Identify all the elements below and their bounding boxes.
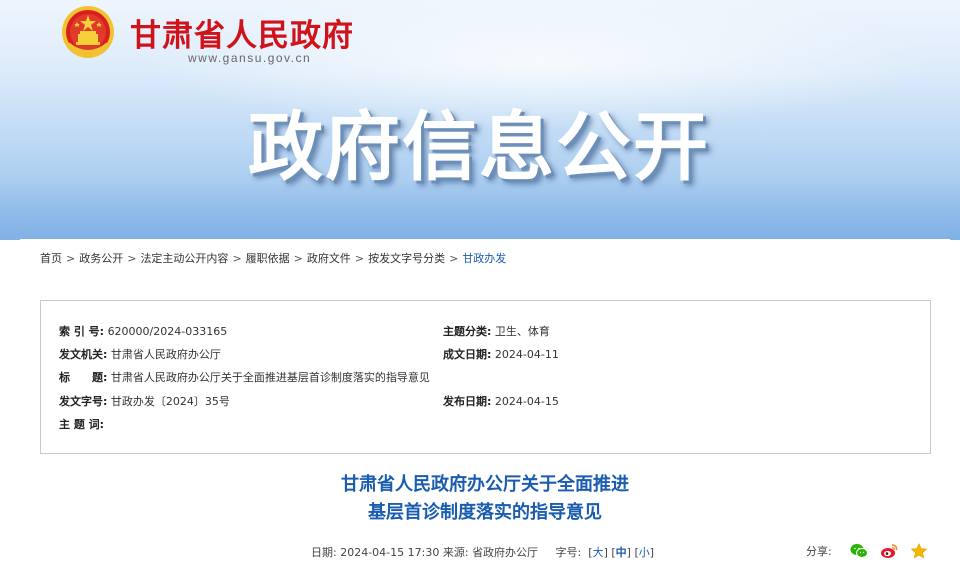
info-publish-date-label: 发布日期: xyxy=(443,395,492,408)
info-issuer-value: 甘肃省人民政府办公厅 xyxy=(110,348,221,361)
breadcrumb-separator: > xyxy=(127,252,137,265)
breadcrumb-separator: > xyxy=(293,252,303,265)
info-keywords-label: 主 题 词: xyxy=(59,418,105,431)
info-doc-number-label: 发文字号: xyxy=(59,395,108,408)
info-title-value: 甘肃省人民政府办公厅关于全面推进基层首诊制度落实的指导意见 xyxy=(110,371,430,384)
breadcrumb-by-doc-number[interactable]: 按发文字号分类 xyxy=(368,252,445,265)
breadcrumb-separator: > xyxy=(354,252,365,265)
breadcrumb-separator: > xyxy=(232,252,242,265)
info-index-label: 索 引 号: xyxy=(59,325,105,338)
document-meta: 日期: 2024-04-15 17:30 来源: 省政府办公厅 字号: [大] … xyxy=(311,546,655,559)
favorite-star-icon[interactable] xyxy=(910,543,928,559)
breadcrumb-government-affairs[interactable]: 政务公开 xyxy=(79,252,123,265)
info-issuer-label: 发文机关: xyxy=(59,348,108,361)
info-keywords-row: 主 题 词: xyxy=(59,416,104,432)
breadcrumb-current[interactable]: 甘政办发 xyxy=(462,252,506,265)
site-title[interactable]: 甘肃省人民政府 xyxy=(130,10,354,55)
document-info-box: 索 引 号: 620000/2024-033165 主题分类: 卫生、体育 发文… xyxy=(40,300,931,454)
breadcrumb-government-documents[interactable]: 政府文件 xyxy=(307,252,351,265)
share-label: 分享: xyxy=(806,545,832,558)
info-issuer-row: 发文机关: 甘肃省人民政府办公厅 xyxy=(59,346,221,362)
meta-source-value: 省政府办公厅 xyxy=(472,546,539,559)
info-publish-date-value: 2024-04-15 xyxy=(494,395,559,408)
meta-source-label: 来源: xyxy=(442,546,469,559)
breadcrumb-duty-basis[interactable]: 履职依据 xyxy=(246,252,290,265)
info-index-row: 索 引 号: 620000/2024-033165 xyxy=(59,323,227,339)
info-publish-date-row: 发布日期: 2024-04-15 xyxy=(443,393,559,409)
font-size-large-button[interactable]: 大 xyxy=(593,546,604,559)
header-banner: 甘肃省人民政府 www.gansu.gov.cn 政府信息公开 xyxy=(0,0,960,240)
national-emblem-icon[interactable] xyxy=(60,4,116,60)
meta-fontsize-label: 字号: xyxy=(555,546,582,559)
wechat-icon[interactable] xyxy=(850,543,868,559)
breadcrumb-home[interactable]: 首页 xyxy=(40,252,62,265)
info-date-written-value: 2024-04-11 xyxy=(494,348,559,361)
info-category-label: 主题分类: xyxy=(443,325,492,338)
info-doc-number-row: 发文字号: 甘政办发〔2024〕35号 xyxy=(59,393,230,409)
meta-date-value: 2024-04-15 17:30 xyxy=(340,546,440,559)
banner-heading: 政府信息公开 xyxy=(248,103,711,191)
site-url[interactable]: www.gansu.gov.cn xyxy=(188,51,311,65)
breadcrumb-separator: > xyxy=(449,252,459,265)
document-title-line-2: 基层首诊制度落实的指导意见 xyxy=(368,502,602,523)
breadcrumb-separator: > xyxy=(66,252,76,265)
breadcrumb: 首页 > 政务公开 > 法定主动公开内容 > 履职依据 > 政府文件 > 按发文字号分类 > 甘政办发 xyxy=(40,250,506,266)
meta-date-label: 日期: xyxy=(311,546,337,559)
info-category-value: 卫生、体育 xyxy=(494,325,550,338)
info-index-value: 620000/2024-033165 xyxy=(107,325,228,338)
info-doc-number-value: 甘政办发〔2024〕35号 xyxy=(110,395,230,408)
info-title-label: 标 题: xyxy=(59,371,108,384)
font-size-medium-button[interactable]: 中 xyxy=(616,546,627,559)
weibo-icon[interactable] xyxy=(880,543,898,559)
info-title-row: 标 题: 甘肃省人民政府办公厅关于全面推进基层首诊制度落实的指导意见 xyxy=(59,369,430,385)
font-size-small-button[interactable]: 小 xyxy=(639,546,650,559)
info-date-written-row: 成文日期: 2024-04-11 xyxy=(443,346,559,362)
breadcrumb-statutory-disclosure[interactable]: 法定主动公开内容 xyxy=(140,252,228,265)
content-panel: 首页 > 政务公开 > 法定主动公开内容 > 履职依据 > 政府文件 > 按发文字号分类 > 甘政办发 … xyxy=(20,239,950,564)
info-category-row: 主题分类: 卫生、体育 xyxy=(443,323,550,339)
document-title-line-1: 甘肃省人民政府办公厅关于全面推进 xyxy=(341,474,629,495)
info-date-written-label: 成文日期: xyxy=(443,348,492,361)
